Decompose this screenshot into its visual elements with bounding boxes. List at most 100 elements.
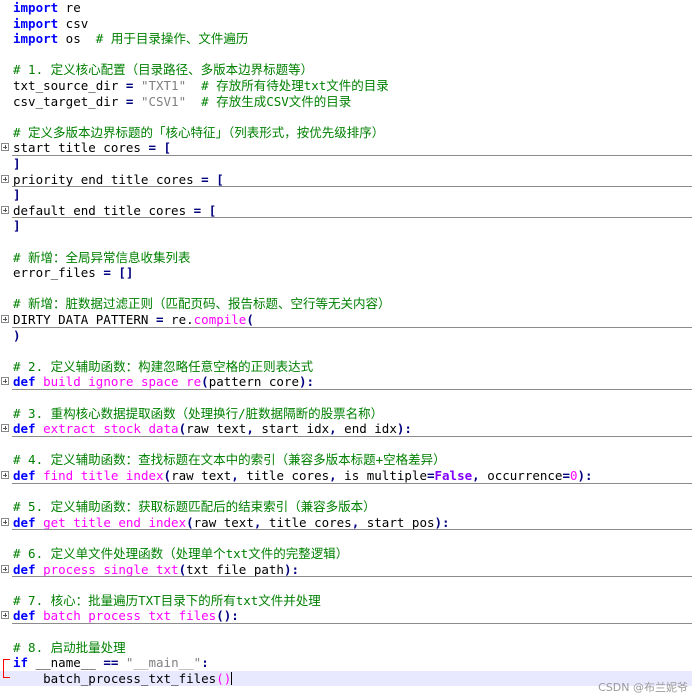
code-text: batch_process_txt_files() [13,671,233,687]
code-line[interactable]: # 新增：脏数据过滤正则（匹配页码、报告标题、空行等无关内容） [0,296,692,312]
fold-gutter [0,281,11,297]
code-line[interactable] [0,577,692,593]
code-line[interactable]: def process single txt(txt file path): [0,562,692,578]
code-token: # 定义多版本边界标题的「核心特征」（列表形式，按优先级排序） [13,124,385,140]
code-token: = [156,312,164,327]
fold-expand-icon[interactable] [1,315,9,323]
fold-gutter [0,343,11,359]
code-line[interactable] [0,343,692,359]
fold-gutter [0,265,11,281]
code-line[interactable]: default end title cores = [ [0,203,692,219]
code-line[interactable] [0,281,692,297]
code-text: DIRTY DATA PATTERN = re.compile( [13,312,254,328]
code-editor[interactable]: import re import csv import os # 用于目录操作、文件… [0,0,692,699]
code-token: , [329,468,337,483]
code-token: "CSV1" [140,93,187,109]
code-line[interactable] [0,484,692,500]
code-line[interactable]: import csv [0,16,692,32]
fold-gutter [0,203,11,219]
code-line[interactable]: csv_target_dir = "CSV1" # 存放生成CSV文件的目录 [0,94,692,110]
code-text: priority end title cores = [ [13,172,224,188]
code-line[interactable]: ] [0,187,692,203]
fold-expand-icon[interactable] [1,174,9,183]
fold-expand-icon[interactable] [1,611,9,620]
code-line[interactable]: import os # 用于目录操作、文件遍历 [0,31,692,47]
code-token: # 存放生成CSV文件的目录 [201,93,352,109]
code-line[interactable]: ) [0,328,692,344]
code-token: "__main__" [125,655,202,671]
code-line[interactable]: # 1. 定义核心配置（目录路径、多版本边界标题等） [0,62,692,78]
fold-gutter [0,125,11,141]
code-line[interactable]: # 3. 重构核心数据提取函数（处理换行/脏数据隔断的股票名称） [0,406,692,422]
code-line[interactable]: # 定义多版本边界标题的「核心特征」（列表形式，按优先级排序） [0,125,692,141]
code-token: False [434,468,473,483]
code-token: ] [13,187,21,203]
code-line[interactable]: def get title end index(raw text, title … [0,515,692,531]
code-token: batch process txt files [43,608,217,624]
code-line[interactable] [0,624,692,640]
code-text: import re [13,0,81,16]
code-line[interactable]: def extract stock data(raw text, start i… [0,421,692,437]
fold-expand-icon[interactable] [1,471,9,479]
code-line[interactable]: txt_source_dir = "TXT1" # 存放所有待处理txt文件的目… [0,78,692,94]
code-line[interactable]: ] [0,156,692,172]
code-token: ( [178,561,187,577]
code-token: ): [299,374,315,390]
fold-gutter [0,546,11,562]
code-token: import [13,0,59,15]
code-line[interactable] [0,437,692,453]
code-line[interactable] [0,234,692,250]
fold-expand-icon[interactable] [1,143,9,152]
code-text: def batch process txt files(): [13,608,239,624]
code-line[interactable] [0,109,692,125]
fold-gutter [0,62,11,78]
code-token: default end title cores [13,202,194,218]
code-text: def find title index(raw text, title cor… [13,468,593,484]
code-line[interactable]: ] [0,218,692,234]
code-line[interactable]: DIRTY DATA PATTERN = re.compile( [0,312,692,328]
fold-marker-icon[interactable] [3,670,10,678]
code-line[interactable]: # 2. 定义辅助函数：构建忽略任意空格的正则表达式 [0,359,692,375]
fold-expand-icon[interactable] [1,517,9,526]
code-token: DIRTY DATA PATTERN [13,312,156,327]
code-token: title cores [261,514,352,530]
fold-gutter [0,593,11,609]
code-line[interactable]: def batch process txt files(): [0,608,692,624]
code-token: , [472,468,480,483]
code-token: [ [163,140,172,156]
code-token: [ [208,202,217,218]
code-line[interactable]: start title cores = [ [0,140,692,156]
fold-gutter [0,109,11,125]
fold-gutter [0,437,11,453]
code-line[interactable]: # 新增：全局异常信息收集列表 [0,250,692,266]
code-line[interactable]: # 6. 定义单文件处理函数（处理单个txt文件的完整逻辑） [0,546,692,562]
code-line[interactable]: import re [0,0,692,16]
fold-gutter [0,172,11,188]
code-line[interactable]: error_files = [] [0,265,692,281]
fold-gutter [0,296,11,312]
fold-marker-icon[interactable] [3,659,10,672]
code-token: , [231,468,239,483]
code-line[interactable]: if __name__ == "__main__": [0,655,692,672]
code-line[interactable]: # 4. 定义辅助函数：查找标题在文本中的索引（兼容多版本标题+空格差异） [0,452,692,468]
code-line[interactable]: # 7. 核心：批量遍历TXT目录下的所有txt文件并处理 [0,593,692,609]
fold-expand-icon[interactable] [1,564,9,573]
code-line[interactable]: # 8. 启动批量处理 [0,640,692,656]
fold-expand-icon[interactable] [1,205,9,214]
fold-expand-icon[interactable] [1,424,9,433]
code-line[interactable]: batch_process_txt_files() [0,670,692,687]
code-line[interactable] [0,47,692,63]
code-token: end idx [336,421,397,437]
code-line[interactable]: def build ignore space re(pattern core): [0,374,692,390]
code-token: os [58,31,96,47]
code-line[interactable]: def find title index(raw text, title cor… [0,468,692,484]
code-token: def [13,608,36,624]
code-line[interactable]: priority end title cores = [ [0,172,692,188]
fold-expand-icon[interactable] [1,377,9,386]
code-text: # 新增：全局异常信息收集列表 [13,250,191,266]
code-line[interactable] [0,530,692,546]
code-line[interactable] [0,390,692,406]
code-token: : [201,655,209,671]
code-line[interactable]: # 5. 定义辅助函数：获取标题匹配后的结束索引（兼容多版本） [0,499,692,515]
